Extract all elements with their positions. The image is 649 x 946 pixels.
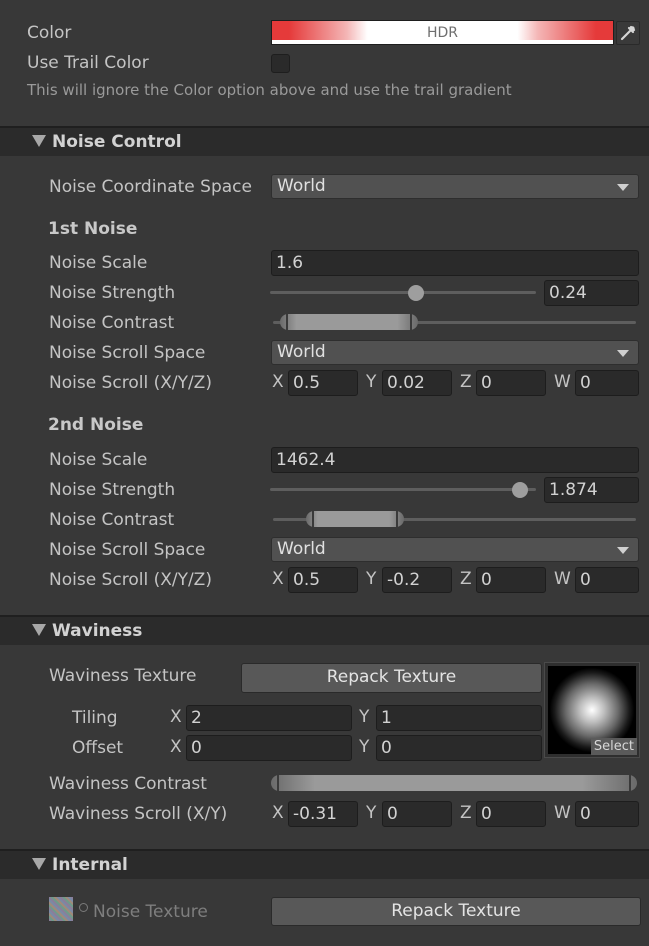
object-picker-icon[interactable]	[79, 903, 88, 912]
axis-label-w: W	[554, 372, 571, 392]
waviness-contrast-range[interactable]	[271, 775, 637, 791]
noise2-scroll-x-input[interactable]: 0.5	[288, 567, 358, 593]
noise2-scroll-space-dropdown[interactable]: World	[271, 537, 639, 562]
axis-label-x: X	[170, 707, 182, 727]
noise1-scroll-space-dropdown[interactable]: World	[271, 340, 639, 365]
noise-texture-label: Noise Texture	[93, 902, 208, 922]
offset-x-input[interactable]: 0	[186, 735, 352, 761]
waviness-title: Waviness	[52, 621, 143, 641]
internal-header[interactable]: Internal	[0, 849, 649, 879]
hdr-text: HDR	[426, 25, 459, 41]
foldout-arrow-icon	[32, 135, 46, 147]
use-trail-color-label: Use Trail Color	[27, 53, 149, 73]
waviness-scroll-y-input[interactable]: 0	[382, 801, 452, 827]
noise1-contrast-label: Noise Contrast	[49, 313, 175, 333]
noise2-scale-input[interactable]: 1462.4	[271, 447, 639, 473]
axis-label-y: Y	[359, 737, 370, 757]
waviness-repack-texture-button[interactable]: Repack Texture	[241, 663, 542, 693]
tiling-label: Tiling	[72, 708, 118, 728]
range-max-handle[interactable]	[395, 511, 398, 527]
axis-label-w: W	[554, 803, 571, 823]
noise1-scroll-y-input[interactable]: 0.02	[382, 370, 452, 396]
noise2-strength-thumb[interactable]	[512, 482, 529, 498]
waviness-scroll-x-input[interactable]: -0.31	[288, 801, 358, 827]
noise2-scroll-label: Noise Scroll (X/Y/Z)	[49, 570, 212, 590]
range-max-handle[interactable]	[410, 314, 413, 330]
noise2-strength-input[interactable]: 1.874	[544, 477, 639, 503]
axis-label-x: X	[272, 569, 284, 589]
noise1-scroll-space-label: Noise Scroll Space	[49, 343, 206, 363]
axis-label-y: Y	[366, 569, 377, 589]
waviness-contrast-label: Waviness Contrast	[49, 774, 207, 794]
internal-title: Internal	[52, 855, 128, 875]
axis-label-x: X	[272, 372, 284, 392]
foldout-arrow-icon	[32, 858, 46, 870]
dropdown-value: World	[277, 539, 326, 559]
axis-label-z: Z	[460, 569, 472, 589]
noise1-scroll-w-input[interactable]: 0	[575, 370, 639, 396]
internal-repack-texture-button[interactable]: Repack Texture	[271, 897, 641, 926]
range-min-handle[interactable]	[277, 775, 279, 791]
noise-texture-thumbnail-icon	[49, 897, 73, 921]
noise1-scale-input[interactable]: 1.6	[271, 250, 639, 276]
noise1-strength-label: Noise Strength	[49, 283, 176, 303]
noise-control-header[interactable]: Noise Control	[0, 126, 649, 156]
noise2-contrast-range[interactable]	[305, 511, 404, 527]
axis-label-y: Y	[366, 372, 377, 392]
noise2-scroll-y-input[interactable]: -0.2	[382, 567, 452, 593]
dropdown-value: World	[277, 176, 326, 196]
noise1-scroll-x-input[interactable]: 0.5	[288, 370, 358, 396]
noise2-scroll-space-label: Noise Scroll Space	[49, 540, 206, 560]
second-noise-title: 2nd Noise	[48, 415, 144, 435]
noise2-strength-label: Noise Strength	[49, 480, 176, 500]
first-noise-title: 1st Noise	[48, 219, 138, 239]
noise1-scale-label: Noise Scale	[49, 253, 148, 273]
axis-label-x: X	[272, 803, 284, 823]
axis-label-x: X	[170, 737, 182, 757]
use-trail-color-checkbox[interactable]	[271, 54, 290, 73]
axis-label-y: Y	[366, 803, 377, 823]
tiling-x-input[interactable]: 2	[186, 705, 352, 731]
foldout-arrow-icon	[32, 624, 46, 636]
axis-label-z: Z	[460, 372, 472, 392]
noise1-strength-input[interactable]: 0.24	[544, 280, 639, 306]
noise-coordinate-space-label: Noise Coordinate Space	[49, 177, 252, 197]
trail-color-hint: This will ignore the Color option above …	[27, 81, 512, 99]
noise1-contrast-range[interactable]	[280, 314, 419, 330]
dropdown-arrow-icon	[617, 350, 629, 357]
axis-label-y: Y	[359, 707, 370, 727]
waviness-scroll-z-input[interactable]: 0	[476, 801, 546, 827]
noise1-scroll-label: Noise Scroll (X/Y/Z)	[49, 373, 212, 393]
dropdown-arrow-icon	[617, 184, 629, 191]
noise-control-title: Noise Control	[52, 132, 182, 152]
eyedropper-icon[interactable]	[616, 21, 640, 45]
noise1-strength-track[interactable]	[270, 291, 536, 294]
noise1-strength-thumb[interactable]	[408, 285, 425, 301]
range-min-handle[interactable]	[286, 314, 289, 330]
color-label: Color	[27, 23, 72, 43]
noise1-scroll-z-input[interactable]: 0	[476, 370, 546, 396]
waviness-texture-preview[interactable]: Select	[544, 662, 640, 758]
noise-coordinate-space-dropdown[interactable]: World	[271, 174, 639, 199]
range-max-handle[interactable]	[629, 775, 631, 791]
waviness-scroll-w-input[interactable]: 0	[575, 801, 639, 827]
dropdown-arrow-icon	[617, 547, 629, 554]
offset-label: Offset	[72, 738, 124, 758]
tiling-y-input[interactable]: 1	[376, 705, 542, 731]
axis-label-z: Z	[460, 803, 472, 823]
waviness-header[interactable]: Waviness	[0, 615, 649, 645]
select-texture-button[interactable]: Select	[590, 738, 637, 755]
noise2-scale-label: Noise Scale	[49, 450, 148, 470]
dropdown-value: World	[277, 342, 326, 362]
axis-label-w: W	[554, 569, 571, 589]
noise2-contrast-label: Noise Contrast	[49, 510, 175, 530]
offset-y-input[interactable]: 0	[376, 735, 542, 761]
noise2-scroll-z-input[interactable]: 0	[476, 567, 546, 593]
noise2-strength-track[interactable]	[270, 488, 536, 491]
range-min-handle[interactable]	[311, 511, 314, 527]
noise2-scroll-w-input[interactable]: 0	[575, 567, 639, 593]
color-field[interactable]: HDR	[271, 20, 614, 45]
waviness-scroll-label: Waviness Scroll (X/Y)	[49, 804, 228, 824]
waviness-texture-label: Waviness Texture	[49, 666, 197, 686]
